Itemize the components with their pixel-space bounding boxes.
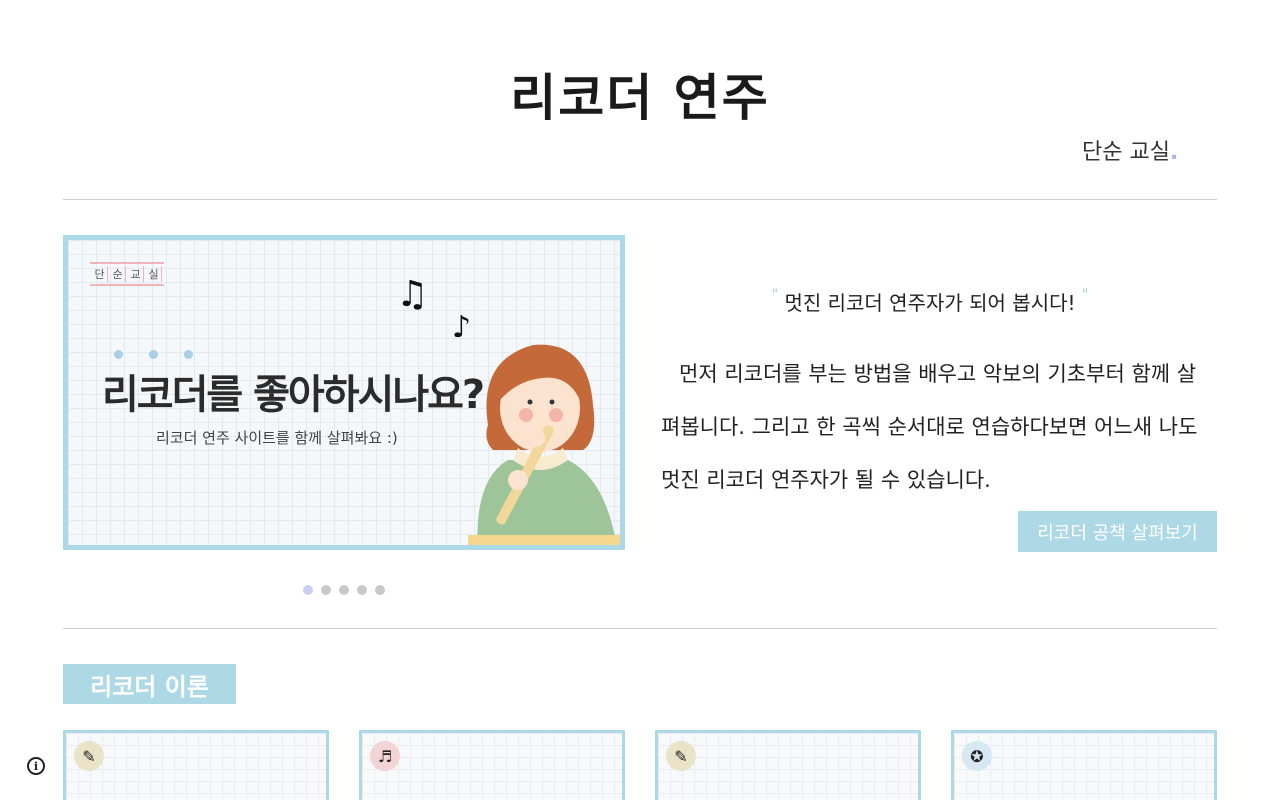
- hero-subline: 리코더 연주 사이트를 함께 살펴봐요 :): [156, 429, 398, 447]
- info-icon[interactable]: i: [27, 757, 45, 775]
- stamp-char: 순: [110, 266, 126, 282]
- intro-quote: " 멋진 리코더 연주자가 되어 봅시다! ": [660, 287, 1200, 316]
- music-note-icon: ♫: [396, 274, 429, 315]
- carousel-dot[interactable]: [303, 585, 313, 595]
- carousel-dot[interactable]: [339, 585, 349, 595]
- site-title[interactable]: 리코더 연주: [0, 58, 1280, 130]
- site-subtitle: 단순 교실.: [1082, 134, 1178, 166]
- theory-card[interactable]: ✎: [63, 730, 329, 800]
- stamp-char: 교: [128, 266, 144, 282]
- recorder-notebook-button[interactable]: 리코더 공책 살펴보기: [1018, 511, 1217, 552]
- award-icon: ✪: [962, 741, 992, 771]
- section-title: 리코더 이론: [63, 664, 236, 704]
- theory-card[interactable]: ✎: [655, 730, 921, 800]
- carousel-dot[interactable]: [375, 585, 385, 595]
- quote-mark-icon: ": [1081, 287, 1089, 303]
- quote-text: 멋진 리코더 연주자가 되어 봅시다!: [784, 291, 1076, 315]
- theory-card[interactable]: ♬: [359, 730, 625, 800]
- carousel-pagination: [303, 585, 385, 595]
- stamp-char: 단: [92, 266, 108, 282]
- sheet-music-icon: ♬: [370, 741, 400, 771]
- section-divider: [63, 628, 1217, 629]
- hero-headline: 리코더를 좋아하시나요?: [102, 372, 485, 418]
- theory-card[interactable]: ✪: [951, 730, 1217, 800]
- hero-slide[interactable]: 단 순 교 실 리코더를 좋아하시나요? 리코더 연주 사이트를 함께 살펴봐요…: [63, 235, 625, 550]
- recorder-icon: ✎: [666, 741, 696, 771]
- intro-description: 먼저 리코더를 부는 방법을 배우고 악보의 기초부터 함께 살펴봅니다. 그리…: [661, 362, 1198, 492]
- carousel-dot[interactable]: [321, 585, 331, 595]
- girl-recorder-illustration: [468, 344, 620, 545]
- decorative-dots: [114, 350, 193, 359]
- header-divider: [63, 199, 1217, 200]
- carousel-dot[interactable]: [357, 585, 367, 595]
- recorder-icon: ✎: [74, 741, 104, 771]
- quote-mark-icon: ": [771, 287, 779, 303]
- subtitle-dot: .: [1169, 140, 1179, 165]
- stamp-label: 단 순 교 실: [90, 262, 164, 286]
- stamp-char: 실: [146, 266, 162, 282]
- subtitle-text: 단순 교실: [1082, 140, 1170, 165]
